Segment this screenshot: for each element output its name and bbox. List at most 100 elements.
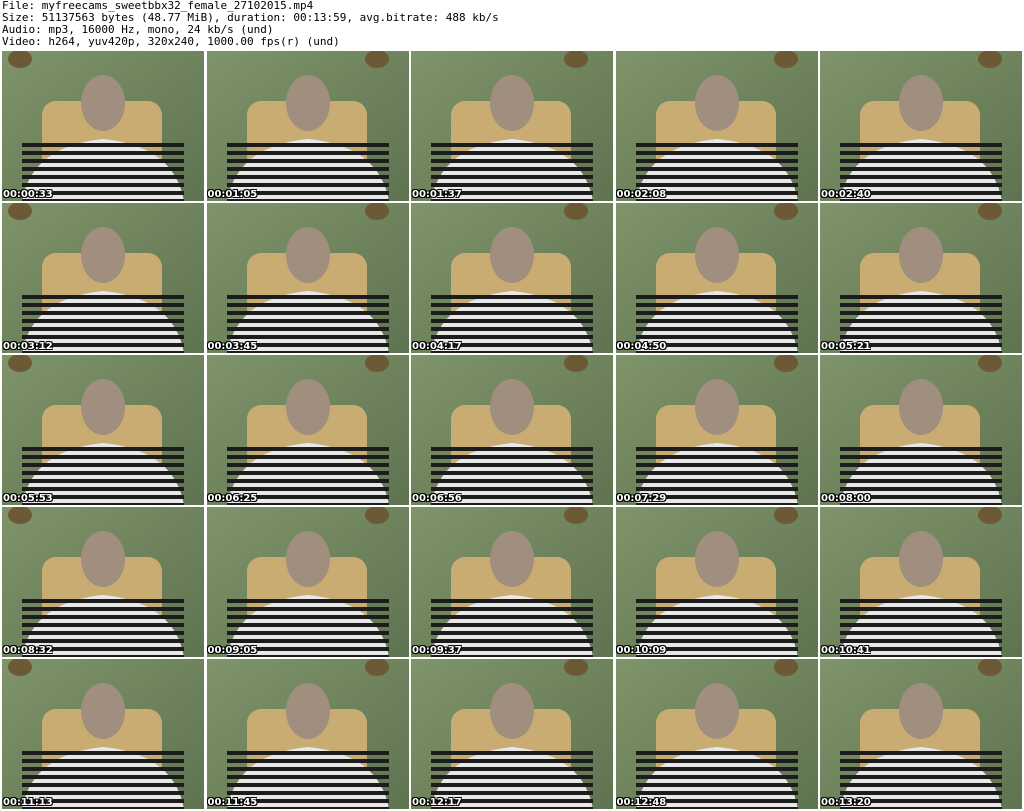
shirt-stripe [22, 463, 184, 467]
video-frame-thumbnail: 00:12:48 [615, 659, 818, 809]
shirt-stripe [431, 791, 593, 795]
shirt-stripe [635, 319, 798, 323]
shirt-stripe [431, 167, 593, 171]
video-frame-thumbnail: 00:10:09 [615, 507, 818, 657]
video-frame-thumbnail: 00:03:45 [206, 203, 409, 353]
frame-scene-placeholder [820, 203, 1022, 353]
shirt-stripe [431, 631, 593, 635]
shirt-stripe [635, 775, 798, 779]
shirt-stripe [635, 623, 798, 627]
frame-timestamp: 00:06:25 [207, 493, 258, 504]
frame-timestamp: 00:13:20 [821, 797, 871, 808]
file-info-header: File: myfreecams_sweetbbx32_female_27102… [2, 0, 1022, 50]
figure-head-placeholder [490, 75, 534, 131]
figure-head-placeholder [81, 683, 125, 739]
shirt-stripe [22, 615, 184, 619]
shirt-stripe [22, 487, 184, 491]
frame-timestamp: 00:03:45 [207, 341, 258, 352]
figure-head-placeholder [899, 75, 943, 131]
shirt-stripe [226, 791, 389, 795]
video-frame-thumbnail: 00:09:37 [411, 507, 613, 657]
shirt-stripe [431, 767, 593, 771]
shirt-stripe [635, 479, 798, 483]
shirt-stripe [226, 183, 389, 187]
frame-timestamp: 00:06:56 [412, 493, 462, 504]
shirt-stripe [840, 639, 1002, 643]
frame-timestamp: 00:02:08 [616, 189, 667, 200]
frame-timestamp: 00:05:53 [3, 493, 53, 504]
shirt-stripe [840, 623, 1002, 627]
shirt-stripe [635, 783, 798, 787]
frame-timestamp: 00:04:17 [412, 341, 462, 352]
shirt-stripe [840, 791, 1002, 795]
shirt-stripe [226, 319, 389, 323]
shirt-stripe [635, 631, 798, 635]
audio-info-line: Audio: mp3, 16000 Hz, mono, 24 kb/s (und… [2, 24, 274, 36]
figure-head-placeholder [490, 531, 534, 587]
frame-timestamp: 00:03:12 [3, 341, 53, 352]
frame-timestamp: 00:08:00 [821, 493, 871, 504]
shirt-stripe [840, 167, 1002, 171]
video-frame-thumbnail: 00:00:33 [2, 51, 204, 201]
shirt-stripe [22, 175, 184, 179]
shirt-stripe [431, 775, 593, 779]
video-frame-thumbnail: 00:09:05 [206, 507, 409, 657]
frame-timestamp: 00:00:33 [3, 189, 53, 200]
video-info-line: Video: h264, yuv420p, 320x240, 1000.00 f… [2, 36, 340, 48]
frame-scene-placeholder [820, 659, 1022, 809]
shirt-stripe [635, 311, 798, 315]
frame-scene-placeholder [206, 355, 409, 505]
shirt-stripe [635, 183, 798, 187]
figure-head-placeholder [694, 227, 739, 283]
figure-head-placeholder [899, 379, 943, 435]
shirt-stripe [431, 615, 593, 619]
shirt-stripe [635, 767, 798, 771]
frame-timestamp: 00:02:40 [821, 189, 871, 200]
shirt-stripe [22, 791, 184, 795]
shirt-stripe [840, 775, 1002, 779]
frame-scene-placeholder [2, 659, 204, 809]
shirt-stripe [840, 311, 1002, 315]
shirt-stripe [635, 327, 798, 331]
shirt-stripe [226, 311, 389, 315]
video-frame-thumbnail: 00:07:29 [615, 355, 818, 505]
shirt-stripe [840, 631, 1002, 635]
figure-head-placeholder [899, 227, 943, 283]
figure-head-placeholder [81, 531, 125, 587]
shirt-stripe [226, 463, 389, 467]
video-frame-thumbnail: 00:08:00 [820, 355, 1022, 505]
frame-timestamp: 00:05:21 [821, 341, 871, 352]
frame-timestamp: 00:12:17 [412, 797, 462, 808]
figure-head-placeholder [285, 227, 330, 283]
video-frame-thumbnail: 00:04:50 [615, 203, 818, 353]
shirt-stripe [431, 623, 593, 627]
figure-head-placeholder [490, 379, 534, 435]
shirt-stripe [226, 167, 389, 171]
file-size-line: Size: 51137563 bytes (48.77 MiB), durati… [2, 12, 499, 24]
shirt-stripe [431, 183, 593, 187]
video-frame-thumbnail: 00:12:17 [411, 659, 613, 809]
shirt-stripe [840, 327, 1002, 331]
shirt-stripe [22, 783, 184, 787]
shirt-stripe [635, 639, 798, 643]
shirt-stripe [840, 767, 1002, 771]
frame-timestamp: 00:12:48 [616, 797, 667, 808]
figure-head-placeholder [694, 531, 739, 587]
shirt-stripe [226, 639, 389, 643]
shirt-stripe [431, 327, 593, 331]
shirt-stripe [226, 623, 389, 627]
video-frame-thumbnail: 00:02:08 [615, 51, 818, 201]
frame-scene-placeholder [2, 507, 204, 657]
shirt-stripe [840, 159, 1002, 163]
shirt-stripe [22, 159, 184, 163]
frame-scene-placeholder [206, 507, 409, 657]
shirt-stripe [22, 767, 184, 771]
frame-timestamp: 00:09:05 [207, 645, 258, 656]
frame-scene-placeholder [615, 203, 818, 353]
shirt-stripe [840, 471, 1002, 475]
frame-scene-placeholder [820, 355, 1022, 505]
frame-scene-placeholder [615, 51, 818, 201]
figure-head-placeholder [285, 683, 330, 739]
video-frame-thumbnail: 00:01:05 [206, 51, 409, 201]
shirt-stripe [22, 479, 184, 483]
